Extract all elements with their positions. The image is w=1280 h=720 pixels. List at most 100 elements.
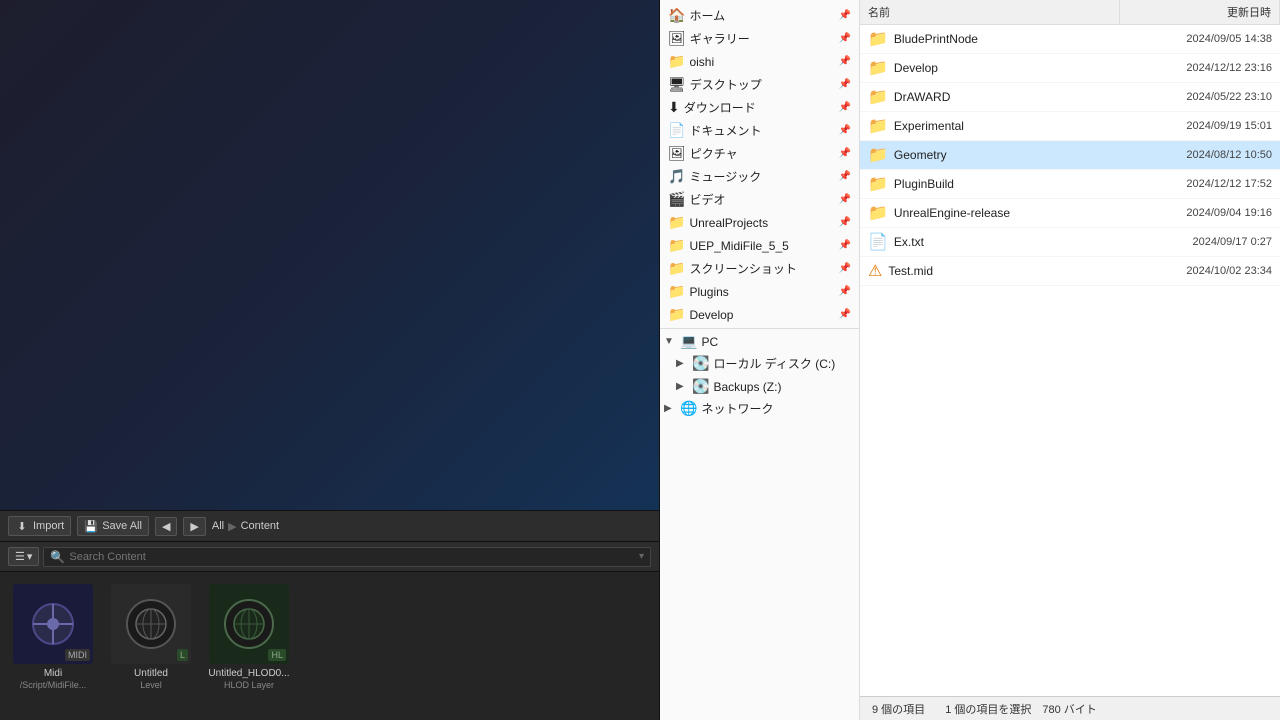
pin-icon-gallery: 📌 [839, 33, 851, 44]
file-label-geometry: Geometry [894, 148, 947, 162]
file-label-test-mid: Test.mid [888, 264, 933, 278]
file-explorer-panel: 🏠 ホーム 📌 🖼 ギャラリー 📌 📁 oishi 📌 🖥 デスクトップ 📌 ⬇ [660, 0, 1280, 720]
file-date-develop: 2024/12/12 23:16 [1120, 60, 1280, 76]
list-item[interactable]: HL Untitled_HLOD0... HLOD Layer [204, 580, 294, 694]
tree-item-uep-midi[interactable]: 📁 UEP_MidiFile_5_5 📌 [660, 234, 859, 257]
tree-item-network[interactable]: ▶ 🌐 ネットワーク [660, 398, 859, 419]
pin-icon-desktop: 📌 [839, 79, 851, 90]
tree-label-local-c: ローカル ディスク (C:) [713, 355, 835, 372]
folder-icon-develop-row: 📁 [868, 58, 888, 78]
path-all[interactable]: All [212, 520, 224, 532]
mid-icon-test: ⚠ [868, 261, 882, 281]
file-row[interactable]: 📁 Experimental 2024/09/19 15:01 [860, 112, 1280, 141]
search-container: 🔍 ▾ [43, 547, 651, 567]
tree-label-downloads: ダウンロード [684, 99, 756, 116]
header-date[interactable]: 更新日時 [1120, 0, 1280, 24]
filter-button[interactable]: ☰ ▾ [8, 547, 39, 566]
save-all-button[interactable]: 💾 Save All [77, 516, 149, 536]
folder-icon-draward: 📁 [868, 87, 888, 107]
tree-item-documents[interactable]: 📄 ドキュメント 📌 [660, 119, 859, 142]
file-list-header: 名前 更新日時 [860, 0, 1280, 25]
tree-item-pictures[interactable]: 🖼 ピクチャ 📌 [660, 142, 859, 165]
content-browser: ⬇ Import 💾 Save All ◀ ▶ All ▶ Content ☰ [0, 510, 659, 720]
file-row[interactable]: 📁 PluginBuild 2024/12/12 17:52 [860, 170, 1280, 199]
file-row[interactable]: 📁 DrAWARD 2024/05/22 23:10 [860, 83, 1280, 112]
file-list: 📁 BludePrintNode 2024/09/05 14:38 📁 Deve… [860, 25, 1280, 696]
tree-item-oishi[interactable]: 📁 oishi 📌 [660, 50, 859, 73]
folder-icon-geometry: 📁 [868, 145, 888, 165]
tree-item-screenshots[interactable]: 📁 スクリーンショット 📌 [660, 257, 859, 280]
tree-item-local-c[interactable]: ▶ 💽 ローカル ディスク (C:) [660, 352, 859, 375]
search-expand-icon[interactable]: ▾ [639, 551, 644, 562]
file-row[interactable]: 📄 Ex.txt 2024/09/17 0:27 [860, 228, 1280, 257]
file-row[interactable]: ⚠ Test.mid 2024/10/02 23:34 [860, 257, 1280, 286]
list-item[interactable]: L Untitled Level [106, 580, 196, 694]
path-content[interactable]: Content [241, 520, 280, 532]
backups-z-expand-icon: ▶ [676, 381, 688, 392]
file-label-unrealengine-release: UnrealEngine-release [894, 206, 1010, 220]
folder-icon-unreal: 📁 [668, 214, 685, 231]
pc-icon: 💻 [680, 333, 697, 350]
midi-sublabel: /Script/MidiFile... [20, 680, 87, 690]
file-name-unrealengine-release: 📁 UnrealEngine-release [860, 201, 1120, 225]
tree-item-home[interactable]: 🏠 ホーム 📌 [660, 4, 859, 27]
explorer-main: 🏠 ホーム 📌 🖼 ギャラリー 📌 📁 oishi 📌 🖥 デスクトップ 📌 ⬇ [660, 0, 1280, 720]
folder-icon-uep: 📁 [668, 237, 685, 254]
folder-tree: 🏠 ホーム 📌 🖼 ギャラリー 📌 📁 oishi 📌 🖥 デスクトップ 📌 ⬇ [660, 0, 860, 720]
hlod-icon [224, 599, 274, 649]
file-label-ex-txt: Ex.txt [894, 235, 924, 249]
header-name[interactable]: 名前 [860, 0, 1120, 24]
gallery-icon: 🖼 [668, 30, 686, 47]
file-row[interactable]: 📁 UnrealEngine-release 2024/09/04 19:16 [860, 199, 1280, 228]
file-name-ex-txt: 📄 Ex.txt [860, 230, 1120, 254]
tree-item-develop[interactable]: 📁 Develop 📌 [660, 303, 859, 326]
tree-label-unreal-projects: UnrealProjects [689, 216, 768, 230]
tree-label-screenshots: スクリーンショット [689, 260, 796, 277]
local-c-expand-icon: ▶ [676, 358, 688, 369]
midi-badge: MIDI [65, 649, 90, 661]
tree-item-music[interactable]: 🎵 ミュージック 📌 [660, 165, 859, 188]
back-button[interactable]: ◀ [155, 517, 177, 536]
file-row[interactable]: 📁 Geometry 2024/08/12 10:50 [860, 141, 1280, 170]
file-date-unrealengine-release: 2024/09/04 19:16 [1120, 205, 1280, 221]
tree-item-unreal-projects[interactable]: 📁 UnrealProjects 📌 [660, 211, 859, 234]
tree-label-plugins: Plugins [689, 285, 728, 299]
forward-button[interactable]: ▶ [183, 517, 205, 536]
filter-icon: ☰ [15, 550, 25, 563]
file-name-pluginbuild: 📁 PluginBuild [860, 172, 1120, 196]
tree-item-desktop[interactable]: 🖥 デスクトップ 📌 [660, 73, 859, 96]
editor-viewport [0, 0, 659, 510]
folder-icon-experimental: 📁 [868, 116, 888, 136]
tree-label-network: ネットワーク [701, 400, 773, 417]
tree-item-plugins[interactable]: 📁 Plugins 📌 [660, 280, 859, 303]
file-date-blueprintnode: 2024/09/05 14:38 [1120, 31, 1280, 47]
list-item[interactable]: MIDI Midi /Script/MidiFile... [8, 580, 98, 694]
level-sphere-svg [133, 606, 169, 642]
txt-icon-ex: 📄 [868, 232, 888, 252]
pin-icon-plugins: 📌 [839, 286, 851, 297]
tree-item-gallery[interactable]: 🖼 ギャラリー 📌 [660, 27, 859, 50]
tree-item-backups-z[interactable]: ▶ 💽 Backups (Z:) [660, 375, 859, 398]
file-date-geometry: 2024/08/12 10:50 [1120, 147, 1280, 163]
tree-item-videos[interactable]: 🎬 ビデオ 📌 [660, 188, 859, 211]
tree-item-pc[interactable]: ▼ 💻 PC [660, 331, 859, 352]
explorer-statusbar: 9 個の項目 1 個の項目を選択 780 バイト [860, 696, 1280, 720]
level-thumbnail: L [111, 584, 191, 664]
back-icon: ◀ [162, 520, 170, 533]
pin-icon-videos: 📌 [839, 194, 851, 205]
tree-label-desktop: デスクトップ [690, 76, 762, 93]
hlod-sphere-svg [231, 606, 267, 642]
forward-icon: ▶ [190, 520, 198, 533]
hlod-thumbnail: HL [209, 584, 289, 664]
tree-item-downloads[interactable]: ⬇ ダウンロード 📌 [660, 96, 859, 119]
import-button[interactable]: ⬇ Import [8, 516, 71, 536]
status-item-count: 9 個の項目 [872, 701, 925, 717]
tree-label-pictures: ピクチャ [690, 145, 738, 162]
file-date-experimental: 2024/09/19 15:01 [1120, 118, 1280, 134]
file-row[interactable]: 📁 BludePrintNode 2024/09/05 14:38 [860, 25, 1280, 54]
search-input[interactable] [69, 551, 639, 563]
pin-icon-downloads: 📌 [839, 102, 851, 113]
file-row[interactable]: 📁 Develop 2024/12/12 23:16 [860, 54, 1280, 83]
viewport-background [0, 0, 659, 510]
content-browser-toolbar: ⬇ Import 💾 Save All ◀ ▶ All ▶ Content [0, 510, 659, 542]
